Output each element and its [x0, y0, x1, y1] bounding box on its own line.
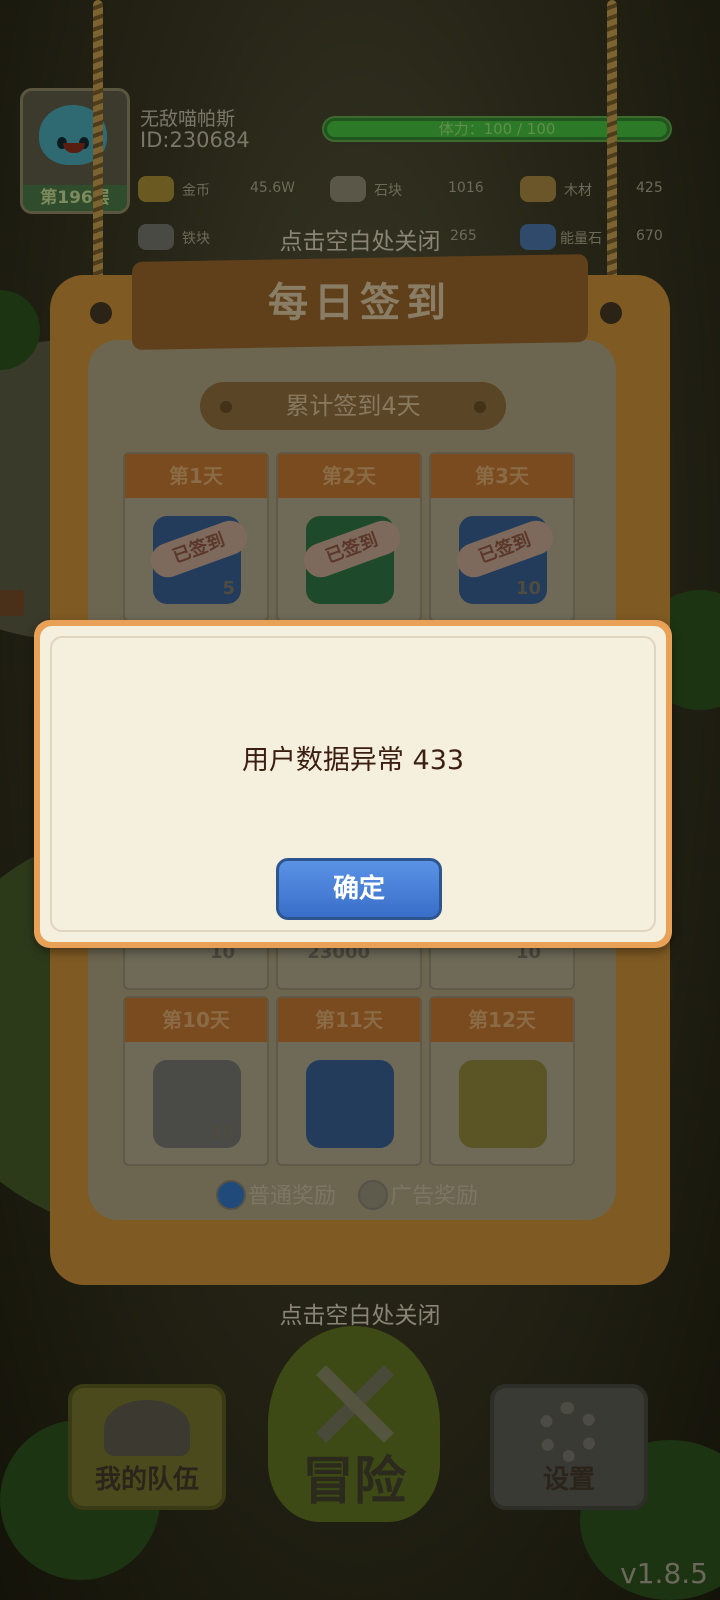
stone-icon [330, 176, 366, 202]
signin-day-11[interactable]: 第11天 [276, 996, 422, 1166]
treasure-chest-icon [459, 1060, 547, 1148]
signin-day-10[interactable]: 第10天 10 [123, 996, 269, 1166]
signin-day-3[interactable]: 第3天 10 已签到 [429, 452, 575, 622]
board-hole [90, 302, 112, 324]
tap-to-close-hint: 点击空白处关闭 [279, 1303, 441, 1329]
signin-day-2[interactable]: 第2天 已签到 [276, 452, 422, 622]
player-name: 无敌喵帕斯 [140, 108, 236, 130]
resource-stone: 石块 1016 [330, 174, 490, 206]
dialog-body: 用户数据异常 433 确定 [40, 626, 666, 942]
settings-button[interactable]: 设置 [490, 1384, 648, 1510]
resource-wood: 木材 425 [520, 174, 670, 206]
player-avatar[interactable]: 第196层 [20, 88, 130, 214]
hanging-rope [93, 0, 103, 310]
adventure-button[interactable]: 冒险 [268, 1326, 440, 1522]
board-hole [600, 302, 622, 324]
nail-icon [474, 401, 486, 413]
ad-reward-label: 广告奖励 [390, 1184, 479, 1209]
gear-icon [538, 1402, 598, 1462]
signin-day-1[interactable]: 第1天 5 已签到 [123, 452, 269, 622]
player-id: ID:230684 [140, 128, 250, 152]
dialog-message: 用户数据异常 433 [241, 745, 465, 776]
resource-gold: 金币 45.6W [138, 174, 318, 206]
scenery-sign [0, 590, 24, 616]
crossed-swords-icon [314, 1362, 394, 1443]
gold-coin-icon [138, 176, 174, 202]
hanging-rope [607, 0, 617, 310]
my-team-button[interactable]: 我的队伍 [68, 1384, 226, 1510]
treasure-chest-icon [306, 1060, 394, 1148]
error-dialog: 用户数据异常 433 确定 [34, 620, 672, 948]
viking-helmet-icon [104, 1400, 190, 1456]
stamina-label: 体力：100 / 100 [438, 120, 556, 138]
signin-day-12[interactable]: 第12天 [429, 996, 575, 1166]
version-label: v1.8.5 [620, 1557, 708, 1590]
confirm-button[interactable]: 确定 [276, 858, 442, 920]
stamina-bar: 体力：100 / 100 [322, 116, 672, 142]
wood-icon [520, 176, 556, 202]
player-level-label: 第196层 [23, 185, 127, 211]
cumulative-signin-counter: 累计签到4天 [200, 382, 506, 430]
normal-reward-radio[interactable] [216, 1180, 246, 1210]
normal-reward-label: 普通奖励 [248, 1184, 337, 1209]
ad-reward-radio[interactable] [358, 1180, 388, 1210]
nail-icon [220, 401, 232, 413]
